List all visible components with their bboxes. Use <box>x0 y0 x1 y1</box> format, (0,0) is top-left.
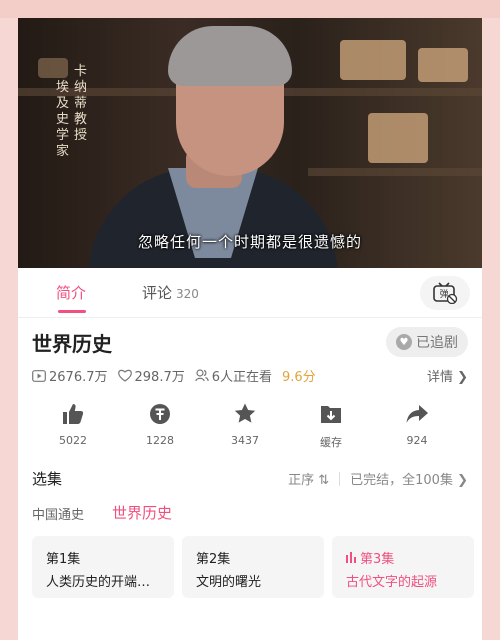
like-action-count: 5022 <box>59 434 87 447</box>
episode-card-2[interactable]: 第2集 文明的曙光 <box>182 536 324 598</box>
play-count-icon <box>32 369 46 382</box>
overlay-caption-name: 卡纳蒂教授 <box>74 64 89 143</box>
video-subtitle: 忽略任何一个时期都是很遗憾的 <box>137 233 362 251</box>
share-button[interactable]: 924 <box>382 402 452 447</box>
watching-count: 6人正在看 <box>211 370 272 385</box>
coin-action-count: 1228 <box>146 434 174 447</box>
favorite-action-count: 3437 <box>231 434 259 447</box>
thumbs-up-icon <box>63 404 84 424</box>
now-playing-icon <box>346 552 356 567</box>
danmaku-toggle-button[interactable]: 弹 <box>420 276 470 310</box>
follow-label: 已追剧 <box>416 335 458 351</box>
download-button[interactable]: 缓存 <box>296 402 366 450</box>
action-bar: 5022 1228 3437 缓存 924 <box>18 402 482 454</box>
divider <box>339 471 341 486</box>
like-count: 298.7万 <box>134 370 185 385</box>
like-button[interactable]: 5022 <box>38 402 108 447</box>
video-player[interactable]: 埃及史学家 卡纳蒂教授 忽略任何一个时期都是很遗憾的 <box>18 18 482 268</box>
tab-active-indicator <box>58 310 86 313</box>
star-icon <box>234 403 256 423</box>
share-icon <box>406 405 428 423</box>
background-artifact <box>368 113 428 163</box>
sort-order-label: 正序 <box>288 473 315 488</box>
background-artifact <box>38 58 68 78</box>
show-stats: 2676.7万 298.7万 6人正在看 9.6分 <box>32 366 316 385</box>
sort-icon: ⇅ <box>318 473 330 488</box>
episode-number: 第1集 <box>46 552 81 567</box>
viewers-icon <box>194 369 209 382</box>
play-count: 2676.7万 <box>49 370 108 385</box>
follow-button[interactable]: ♥ 已追剧 <box>386 327 468 357</box>
coin-icon <box>150 404 170 424</box>
chevron-right-icon: ❯ <box>457 370 468 385</box>
tab-comments[interactable]: 评论 320 <box>142 282 199 303</box>
tab-comments-count: 320 <box>176 287 199 301</box>
tab-comments-label: 评论 <box>142 284 173 302</box>
background-shelf <box>308 168 482 176</box>
background-artifact <box>340 40 406 80</box>
share-action-count: 924 <box>406 434 428 447</box>
like-count-icon <box>117 369 132 382</box>
detail-label: 详情 <box>426 370 453 385</box>
episode-card-1[interactable]: 第1集 人类历史的开端… <box>32 536 174 598</box>
background-top <box>0 0 500 18</box>
episode-list-button[interactable]: 已完结，全100集 ❯ <box>350 469 468 488</box>
download-action-label: 缓存 <box>320 436 342 449</box>
heart-icon: ♥ <box>396 334 412 350</box>
interviewee-hair <box>168 26 292 86</box>
episode-status-label: 已完结，全100集 <box>350 473 453 488</box>
tab-bar: 简介 评论 320 弹 <box>18 268 482 318</box>
show-title: 世界历史 <box>32 332 112 356</box>
coin-button[interactable]: 1228 <box>125 402 195 447</box>
episodes-section-title: 选集 <box>32 470 63 488</box>
rating-score: 9.6分 <box>282 370 316 385</box>
episode-name: 文明的曙光 <box>196 575 262 590</box>
sort-order-button[interactable]: 正序 ⇅ <box>288 469 329 488</box>
download-icon <box>321 406 341 423</box>
episode-card-3-playing[interactable]: 第3集 古代文字的起源 <box>332 536 474 598</box>
episode-name: 人类历史的开端… <box>46 575 151 590</box>
episodes-controls: 正序 ⇅ 已完结，全100集 ❯ <box>288 469 468 488</box>
favorite-button[interactable]: 3437 <box>210 402 280 447</box>
background-artifact <box>418 48 468 82</box>
episode-number: 第3集 <box>360 552 395 567</box>
episode-name: 古代文字的起源 <box>346 575 438 590</box>
chevron-right-icon: ❯ <box>457 473 468 488</box>
app-card: 埃及史学家 卡纳蒂教授 忽略任何一个时期都是很遗憾的 简介 评论 320 弹 世界… <box>18 18 482 640</box>
episode-number: 第2集 <box>196 552 231 567</box>
detail-link[interactable]: 详情 ❯ <box>427 366 468 385</box>
category-tab-world-history[interactable]: 世界历史 <box>112 502 172 523</box>
overlay-caption-title: 埃及史学家 <box>56 80 71 159</box>
danmaku-toggle-icon: 弹 <box>433 282 458 304</box>
category-tab-chinese-history[interactable]: 中国通史 <box>32 504 84 523</box>
tab-intro[interactable]: 简介 <box>56 282 86 303</box>
